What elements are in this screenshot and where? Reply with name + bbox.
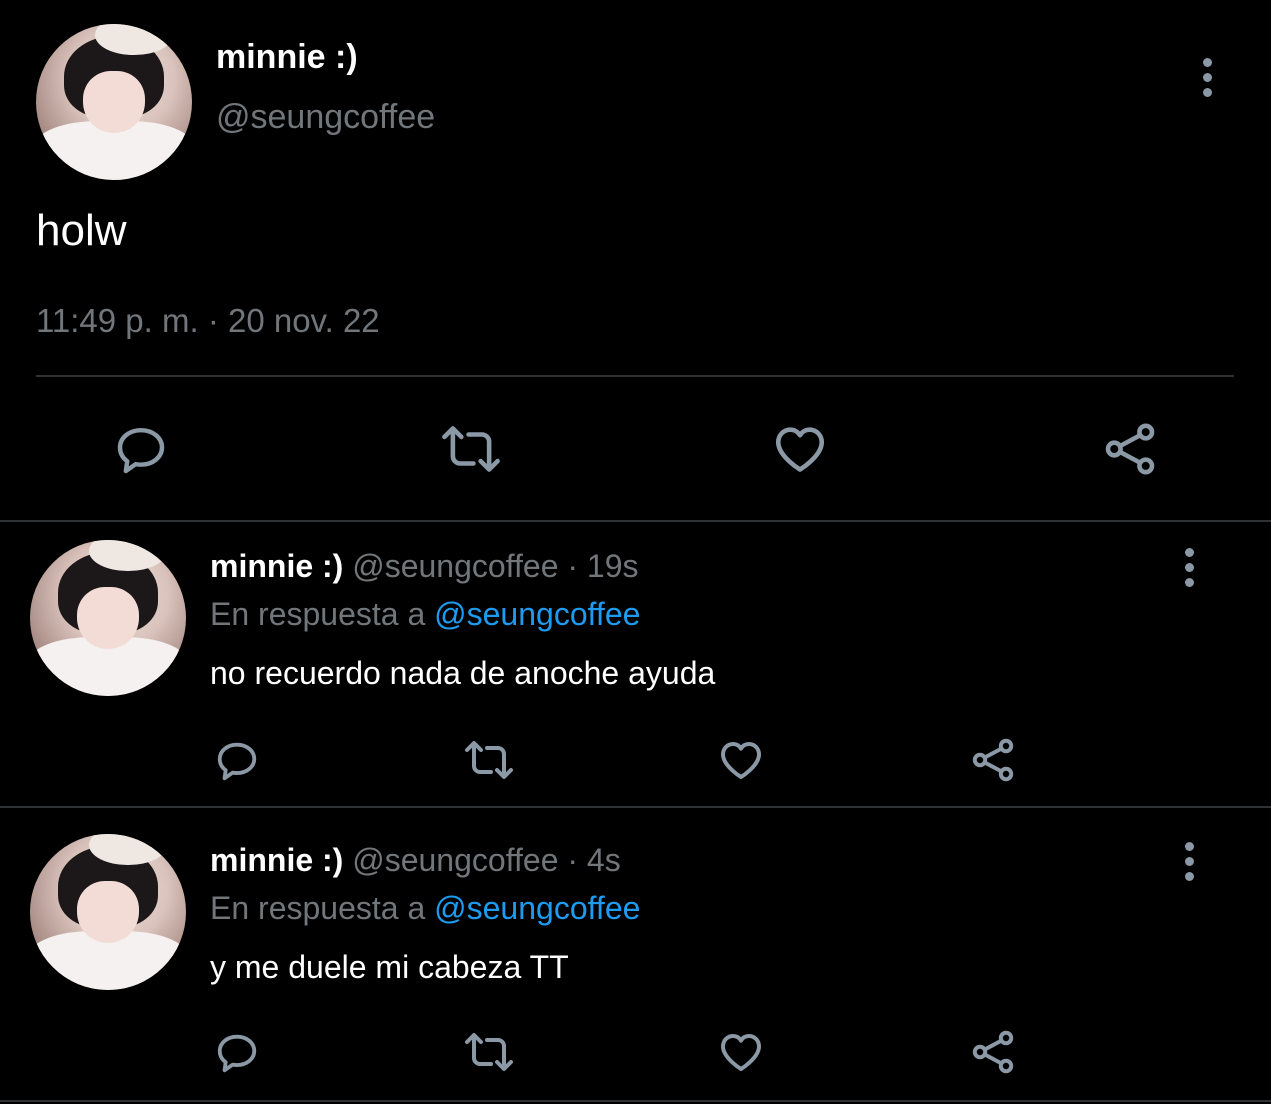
tweet-timestamp[interactable]: 11:49 p. m. · 20 nov. 22 (36, 302, 380, 340)
divider (0, 1100, 1271, 1102)
tweet-text: holw (36, 206, 127, 255)
retweet-icon[interactable] (461, 1028, 517, 1076)
divider (0, 520, 1271, 522)
reply-to-link[interactable]: @seungcoffee (434, 890, 640, 926)
reply-to-link[interactable]: @seungcoffee (434, 596, 640, 632)
share-icon[interactable] (1100, 420, 1160, 478)
reply-header: minnie :) @seungcoffee · 4s (210, 842, 621, 879)
reply-prefix: En respuesta a (210, 890, 426, 926)
retweet-icon[interactable] (438, 420, 504, 478)
reply-icon[interactable] (112, 422, 170, 478)
more-options-icon[interactable] (1203, 58, 1212, 103)
avatar[interactable] (36, 24, 192, 180)
more-options-icon[interactable] (1185, 548, 1194, 593)
display-name[interactable]: minnie :) (210, 548, 343, 584)
more-options-icon[interactable] (1185, 842, 1194, 887)
share-icon[interactable] (968, 1028, 1018, 1076)
tweet-text: no recuerdo nada de anoche ayuda (210, 655, 716, 691)
like-icon[interactable] (716, 1028, 766, 1076)
reply-icon[interactable] (213, 1030, 261, 1076)
like-icon[interactable] (716, 736, 766, 784)
reply-context: En respuesta a @seungcoffee (210, 890, 640, 927)
share-icon[interactable] (968, 736, 1018, 784)
avatar[interactable] (30, 540, 186, 696)
like-icon[interactable] (770, 420, 830, 478)
divider (36, 375, 1234, 377)
display-name[interactable]: minnie :) (210, 842, 343, 878)
handle-time[interactable]: @seungcoffee · 4s (352, 842, 621, 878)
divider (0, 806, 1271, 808)
handle[interactable]: @seungcoffee (216, 98, 435, 137)
reply-header: minnie :) @seungcoffee · 19s (210, 548, 639, 585)
reply-prefix: En respuesta a (210, 596, 426, 632)
retweet-icon[interactable] (461, 736, 517, 784)
reply-context: En respuesta a @seungcoffee (210, 596, 640, 633)
tweet-text: y me duele mi cabeza TT (210, 949, 569, 985)
reply-icon[interactable] (213, 738, 261, 784)
display-name[interactable]: minnie :) (216, 38, 358, 77)
avatar[interactable] (30, 834, 186, 990)
handle-time[interactable]: @seungcoffee · 19s (352, 548, 638, 584)
